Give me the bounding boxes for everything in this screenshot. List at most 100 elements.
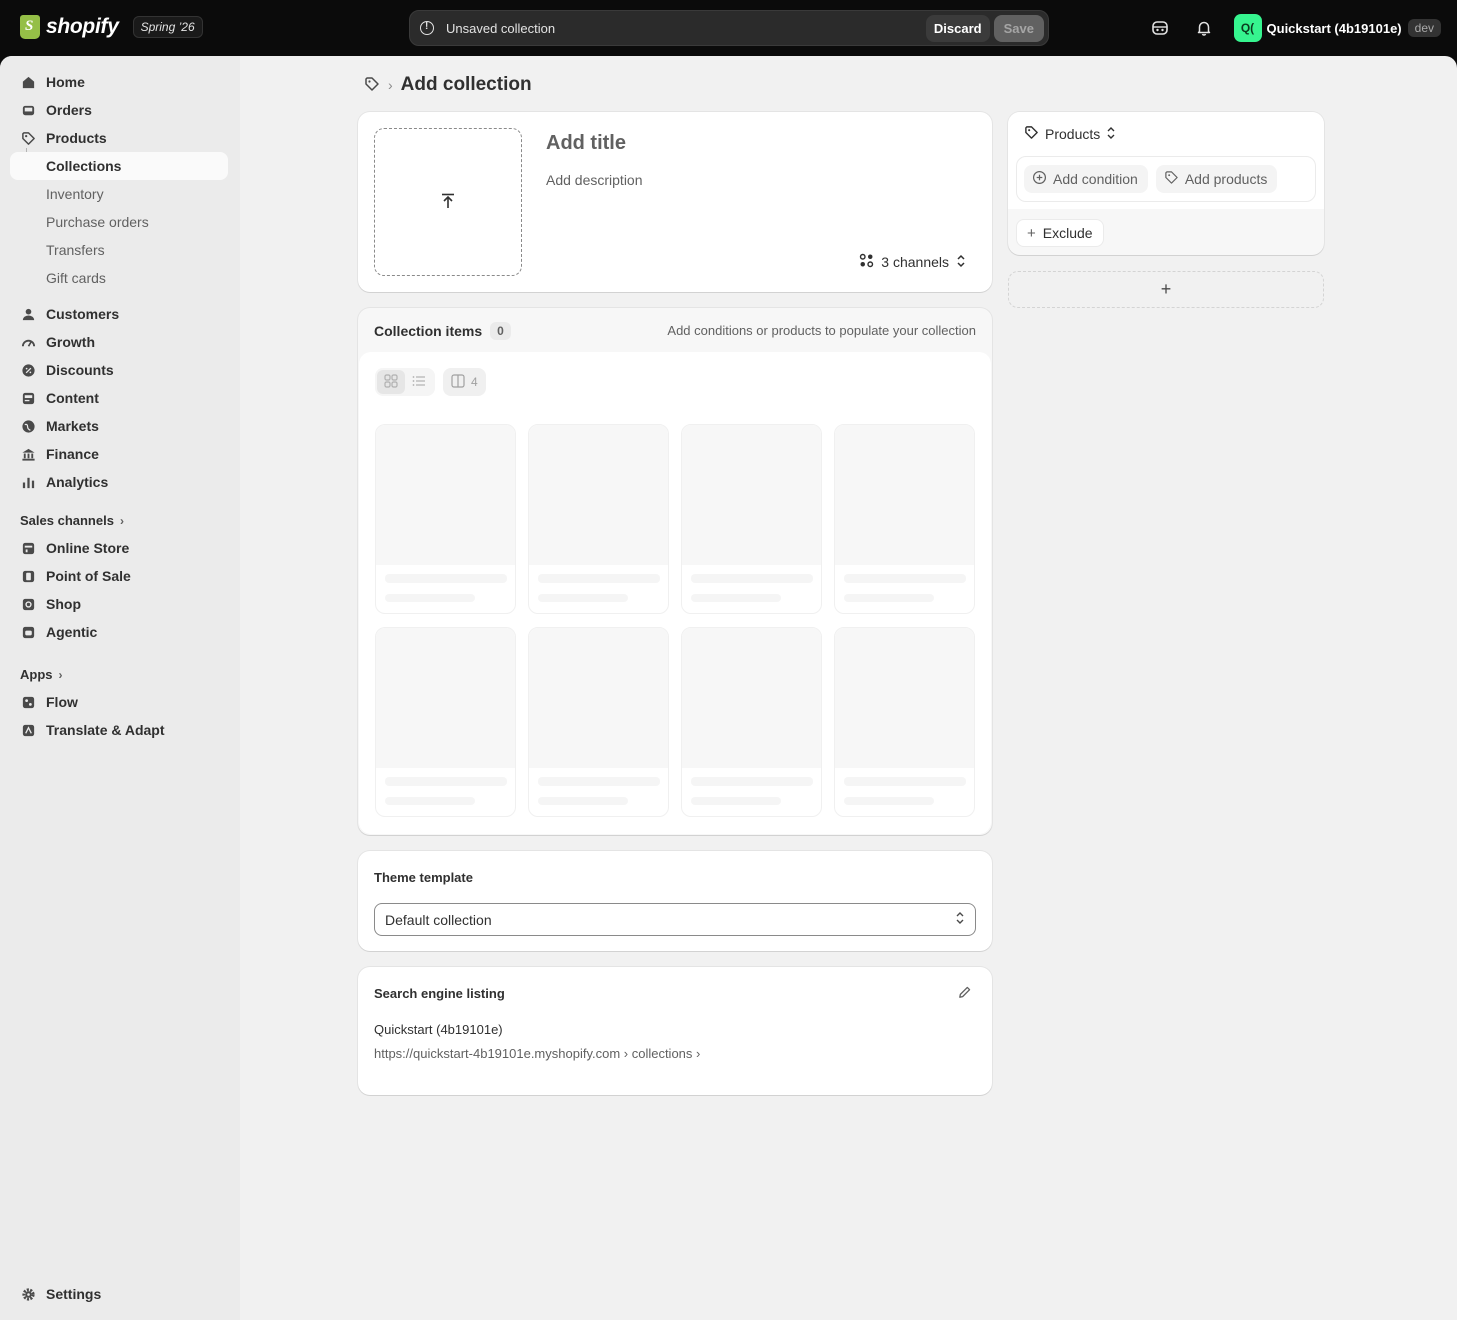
sidebar-item-label: Finance xyxy=(46,446,99,462)
grid-view-button[interactable] xyxy=(377,370,405,394)
add-block-button[interactable]: + xyxy=(1008,271,1324,308)
view-mode-group xyxy=(375,368,435,396)
sidebar-item-content[interactable]: Content xyxy=(10,384,228,412)
tag-icon[interactable] xyxy=(364,76,380,95)
sidebar-item-label: Transfers xyxy=(46,242,105,258)
sidebar-item-label: Products xyxy=(46,130,107,146)
channels-selector[interactable]: 3 channels xyxy=(859,253,966,271)
sidebar-item-home[interactable]: Home xyxy=(10,68,228,96)
shopify-bag-icon xyxy=(20,15,40,39)
sidebar-item-label: Purchase orders xyxy=(46,214,149,230)
list-view-button[interactable] xyxy=(405,370,433,394)
sidebar-item-purchase-orders[interactable]: Purchase orders xyxy=(10,208,228,236)
discount-icon xyxy=(20,362,36,378)
seo-card: Search engine listing Quickstart (4b1910… xyxy=(358,967,992,1095)
sidebar-item-agentic[interactable]: Agentic xyxy=(10,618,228,646)
description-input[interactable]: Add description xyxy=(546,172,643,188)
top-right-actions: Q( Quickstart (4b19101e) dev xyxy=(1146,14,1441,42)
edition-badge: Spring ’26 xyxy=(132,16,203,38)
items-preview: 4 xyxy=(359,352,991,834)
home-icon xyxy=(20,74,36,90)
sidebar-item-products[interactable]: Products xyxy=(10,124,228,152)
sidebar-item-markets[interactable]: Markets xyxy=(10,412,228,440)
flow-icon xyxy=(20,694,36,710)
sidebar-item-label: Content xyxy=(46,390,99,406)
sidebar-item-analytics[interactable]: Analytics xyxy=(10,468,228,496)
chevron-right-icon: › xyxy=(58,667,63,682)
sidekick-icon[interactable] xyxy=(1146,14,1174,42)
sidebar-item-label: Online Store xyxy=(46,540,130,556)
sidebar-item-label: Inventory xyxy=(46,186,104,202)
card-title: Search engine listing xyxy=(374,986,505,1001)
inbox-icon xyxy=(20,102,36,118)
translate-icon xyxy=(20,722,36,738)
theme-template-select[interactable]: Default collection xyxy=(374,903,976,936)
sidebar-item-label: Customers xyxy=(46,306,120,322)
image-upload-dropzone[interactable] xyxy=(374,128,522,276)
sidebar-item-discounts[interactable]: Discounts xyxy=(10,356,228,384)
section-label: Apps xyxy=(20,667,53,682)
sidebar-item-finance[interactable]: Finance xyxy=(10,440,228,468)
apps-heading[interactable]: Apps › xyxy=(20,667,63,682)
collection-rules-card: Products Add condition Add products + Ex… xyxy=(1008,112,1324,255)
sidebar-item-point-of-sale[interactable]: Point of Sale xyxy=(10,562,228,590)
sidebar-item-flow[interactable]: Flow xyxy=(10,688,228,716)
seo-url: https://quickstart-4b19101e.myshopify.co… xyxy=(374,1046,701,1061)
skeleton-card xyxy=(375,424,516,614)
store-avatar[interactable]: Q( xyxy=(1233,14,1262,42)
sidebar-item-label: Point of Sale xyxy=(46,568,131,584)
card-title: Theme template xyxy=(374,870,473,885)
skeleton-card xyxy=(834,627,975,817)
store-icon xyxy=(20,540,36,556)
shop-icon xyxy=(20,596,36,612)
discard-button[interactable]: Discard xyxy=(925,14,990,42)
sidebar-item-label: Orders xyxy=(46,102,92,118)
plus-icon: + xyxy=(1160,279,1172,299)
skeleton-card xyxy=(681,627,822,817)
sidebar-item-settings[interactable]: Settings xyxy=(10,1280,228,1308)
skeleton-card xyxy=(528,424,669,614)
env-badge: dev xyxy=(1407,19,1441,37)
sidebar-item-collections[interactable]: Collections xyxy=(10,152,228,180)
button-label: Exclude xyxy=(1042,225,1093,241)
sidebar-item-online-store[interactable]: Online Store xyxy=(10,534,228,562)
tag-icon xyxy=(20,130,36,146)
items-count-badge: 0 xyxy=(490,322,511,340)
sidebar-item-shop[interactable]: Shop xyxy=(10,590,228,618)
sidebar-item-customers[interactable]: Customers xyxy=(10,300,228,328)
gear-icon xyxy=(20,1286,36,1302)
sidebar-item-gift-cards[interactable]: Gift cards xyxy=(10,264,228,292)
sidebar-item-transfers[interactable]: Transfers xyxy=(10,236,228,264)
alert-circle-icon xyxy=(420,21,434,35)
save-button[interactable]: Save xyxy=(993,14,1044,42)
top-bar: shopify Spring ’26 Unsaved collection Di… xyxy=(0,0,1457,56)
rule-type-selector[interactable]: Products xyxy=(1024,125,1116,143)
sidebar-item-label: Markets xyxy=(46,418,99,434)
columns-icon xyxy=(451,373,465,391)
sidebar-item-orders[interactable]: Orders xyxy=(10,96,228,124)
collection-items-header: Collection items 0 xyxy=(374,322,511,340)
sales-channels-heading[interactable]: Sales channels › xyxy=(20,513,124,528)
button-label: Add condition xyxy=(1053,171,1138,187)
sidebar-item-translate-adapt[interactable]: Translate & Adapt xyxy=(10,716,228,744)
store-name[interactable]: Quickstart (4b19101e) xyxy=(1267,21,1402,36)
title-input[interactable]: Add title xyxy=(546,132,626,155)
sidebar-item-label: Gift cards xyxy=(46,270,106,286)
sidebar-item-label: Shop xyxy=(46,596,81,612)
pencil-icon[interactable] xyxy=(957,985,972,1003)
add-products-button[interactable]: Add products xyxy=(1155,165,1278,193)
sidebar-item-growth[interactable]: Growth xyxy=(10,328,228,356)
exclude-button[interactable]: + Exclude xyxy=(1016,219,1104,247)
shopify-logo[interactable]: shopify Spring ’26 xyxy=(20,15,203,39)
sidebar-item-inventory[interactable]: Inventory xyxy=(10,180,228,208)
skeleton-card xyxy=(375,627,516,817)
view-toggle: 4 xyxy=(375,368,486,396)
contextual-save-bar: Unsaved collection Discard Save xyxy=(409,10,1049,46)
sidebar-item-label: Discounts xyxy=(46,362,114,378)
columns-button[interactable]: 4 xyxy=(443,368,486,396)
bell-icon[interactable] xyxy=(1190,14,1218,42)
bar-chart-icon xyxy=(20,474,36,490)
add-condition-button[interactable]: Add condition xyxy=(1024,165,1148,193)
columns-count: 4 xyxy=(471,375,478,389)
sidebar-item-label: Agentic xyxy=(46,624,98,640)
